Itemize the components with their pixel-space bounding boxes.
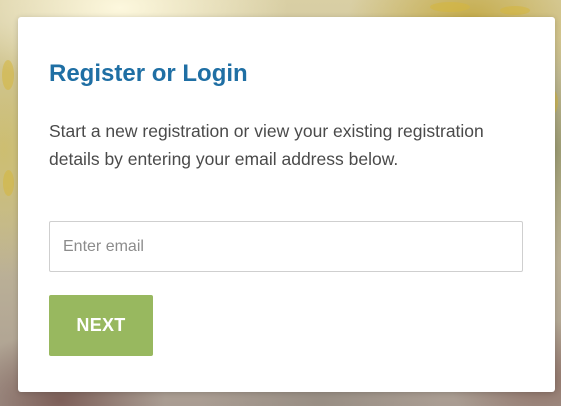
next-button[interactable]: NEXT (49, 295, 153, 356)
background-foliage (430, 2, 470, 12)
background-foliage (500, 6, 530, 15)
register-login-card: Register or Login Start a new registrati… (18, 17, 555, 392)
card-title: Register or Login (49, 60, 248, 87)
card-description: Start a new registration or view your ex… (49, 121, 484, 169)
background-foliage (2, 60, 14, 90)
background-foliage (3, 170, 14, 196)
email-input[interactable] (49, 221, 523, 272)
